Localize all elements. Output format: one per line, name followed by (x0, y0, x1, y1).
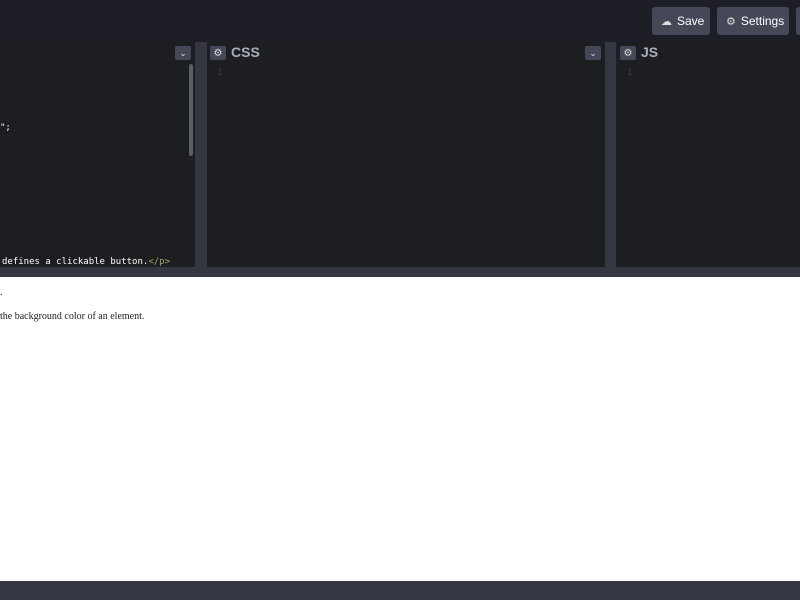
code-line: defines a clickable button.</p> (2, 257, 170, 267)
pane-resizer[interactable] (605, 42, 616, 267)
js-code-editor[interactable]: 1 (616, 64, 800, 267)
css-editor-title: CSS (231, 44, 260, 60)
gear-icon[interactable]: ⚙ (620, 46, 636, 60)
top-toolbar: ☁ Save ⚙ Settings (0, 0, 800, 42)
js-editor-title: JS (641, 44, 659, 60)
cloud-icon: ☁ (661, 15, 672, 28)
scrollbar[interactable] (189, 64, 193, 156)
code-text: defines a clickable button. (2, 257, 149, 267)
css-editor-header: ⚙ CSS ⌄ (207, 42, 605, 64)
gear-icon: ⚙ (726, 15, 736, 28)
footer-bar (0, 581, 800, 600)
code-tag: </p> (148, 257, 170, 267)
preview-output: . the background color of an element. (0, 277, 800, 581)
save-button[interactable]: ☁ Save (652, 7, 710, 35)
css-editor-pane: ⚙ CSS ⌄ 1 (207, 42, 605, 267)
settings-label: Settings (740, 14, 785, 28)
pane-resizer[interactable] (195, 42, 207, 267)
preview-text: the background color of an element. (0, 311, 145, 322)
gear-icon[interactable]: ⚙ (210, 46, 226, 60)
settings-button[interactable]: ⚙ Settings (717, 7, 789, 35)
chevron-down-icon[interactable]: ⌄ (585, 46, 601, 60)
html-code-editor[interactable]: "; defines a clickable button.</p> (0, 64, 195, 267)
html-editor-header: ⌄ (0, 42, 195, 64)
save-label: Save (677, 14, 705, 28)
line-number: 1 (217, 68, 223, 78)
view-button[interactable] (796, 7, 800, 35)
chevron-down-icon[interactable]: ⌄ (175, 46, 191, 60)
js-editor-pane: ⚙ JS 1 (616, 42, 800, 267)
html-editor-pane: ⌄ "; defines a clickable button.</p> (0, 42, 195, 267)
code-line: "; (0, 123, 11, 133)
editors-area: ⌄ "; defines a clickable button.</p> ⚙ C… (0, 42, 800, 267)
css-code-editor[interactable]: 1 (207, 64, 605, 267)
preview-resizer[interactable] (0, 267, 800, 277)
preview-text: . (0, 287, 3, 298)
js-editor-header: ⚙ JS (616, 42, 800, 64)
line-number: 1 (627, 68, 633, 78)
